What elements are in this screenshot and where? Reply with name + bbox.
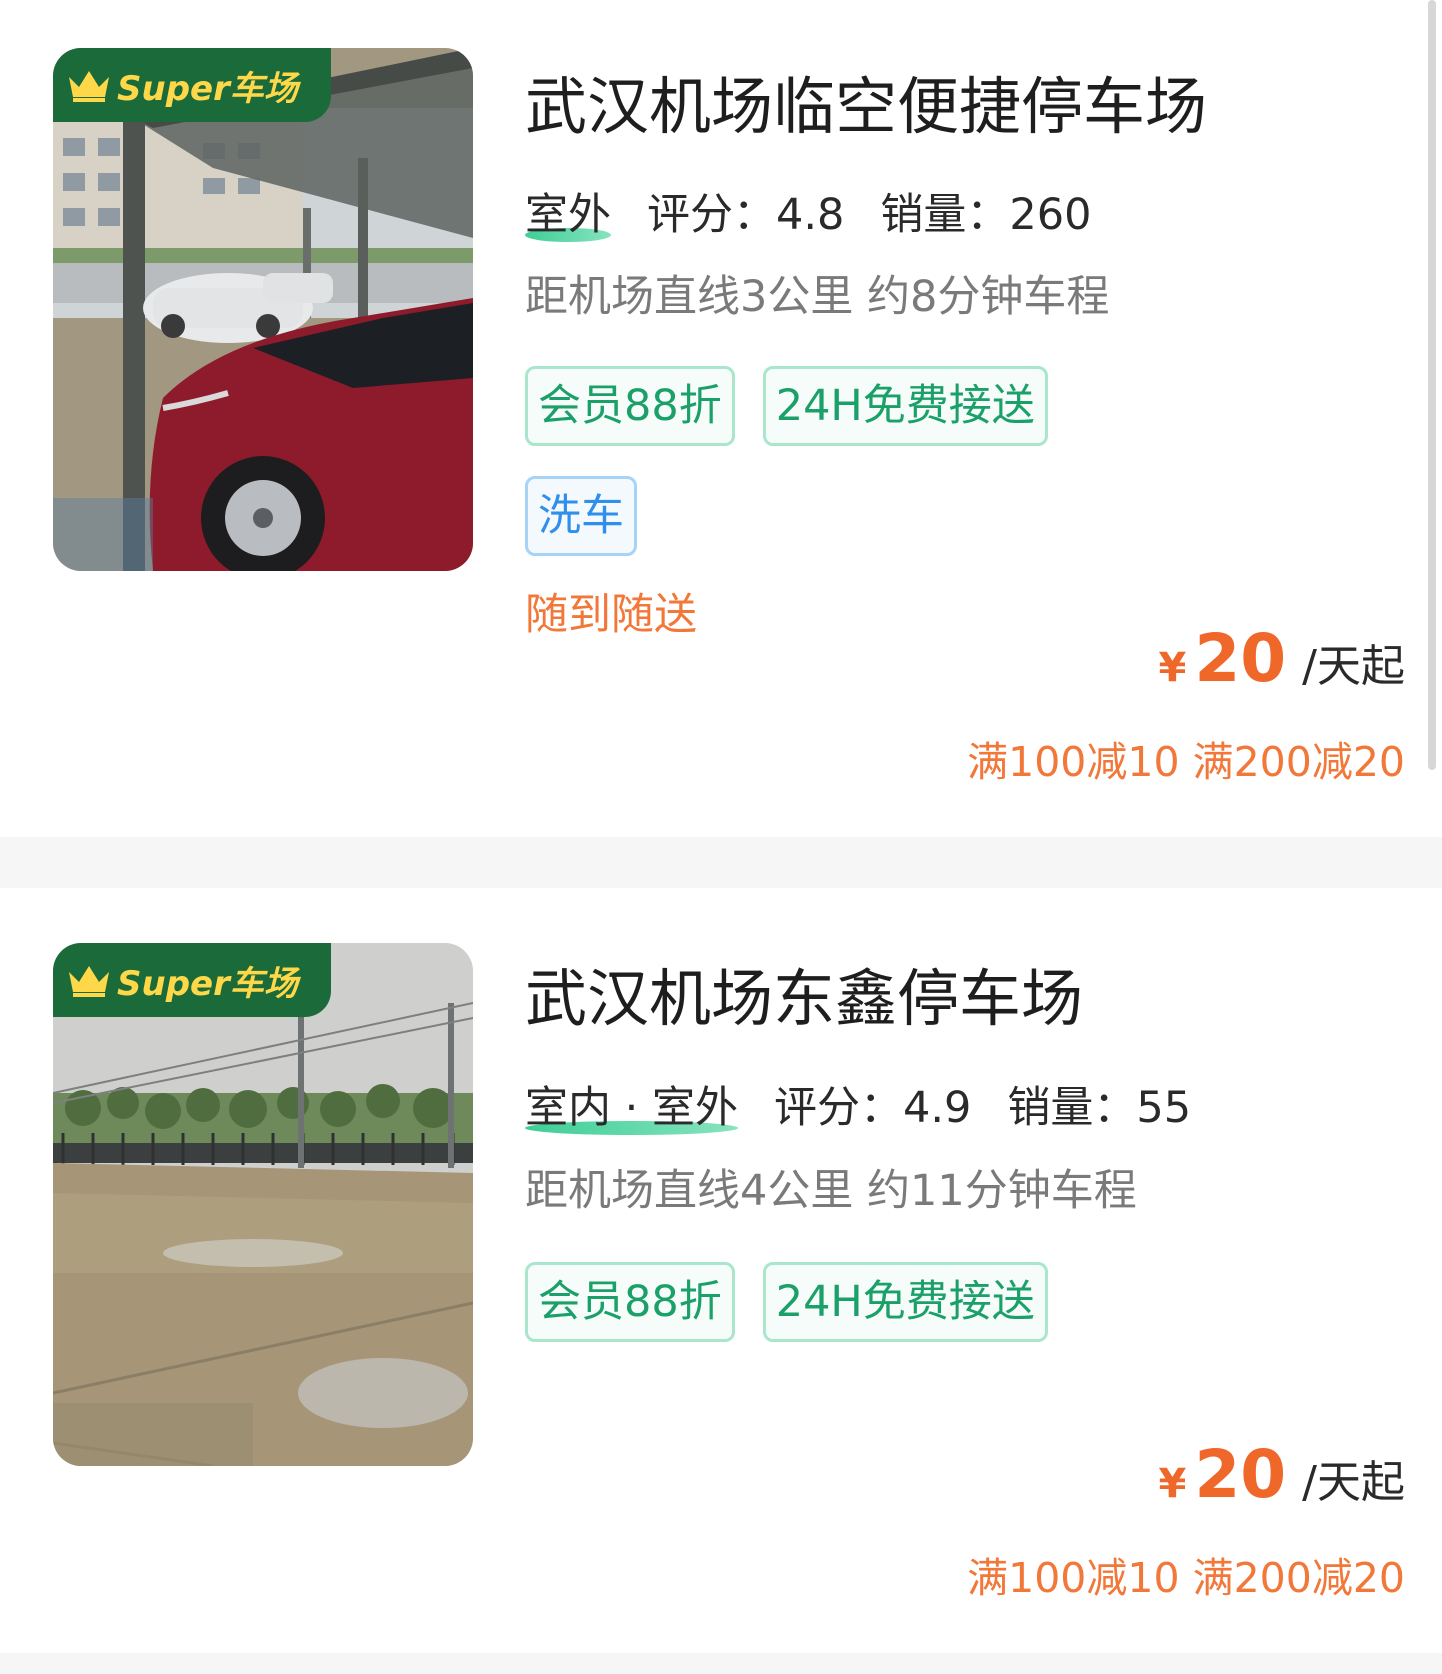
currency-symbol: ¥ — [1158, 645, 1187, 691]
tag-free-shuttle: 24H免费接送 — [762, 1262, 1048, 1342]
tag-member-discount: 会员88折 — [525, 366, 735, 446]
price-unit: /天起 — [1302, 641, 1405, 692]
lot-meta: 室外 评分：4.8 销量：260 — [525, 180, 1091, 242]
distance-text: 距机场直线4公里 约11分钟车程 — [525, 1166, 1137, 1216]
parking-lot-photo[interactable]: Super车场 — [53, 48, 473, 571]
price: ¥ 20 /天起 — [1158, 620, 1405, 697]
distance-text: 距机场直线3公里 约8分钟车程 — [525, 272, 1110, 322]
rating-label: 评分：4.9 — [774, 1083, 972, 1133]
currency-symbol: ¥ — [1158, 1461, 1187, 1507]
lot-title[interactable]: 武汉机场临空便捷停车场 — [525, 56, 1207, 146]
parking-lot-photo[interactable]: Super车场 — [53, 943, 473, 1466]
price-amount: 20 — [1194, 1436, 1287, 1513]
tag-free-shuttle: 24H免费接送 — [762, 366, 1048, 446]
badge-label: Super车场 — [117, 963, 298, 1004]
crown-icon — [69, 966, 109, 997]
scrollbar[interactable] — [1428, 0, 1436, 770]
lot-meta: 室内 · 室外 评分：4.9 销量：55 — [525, 1073, 1191, 1135]
tag-list: 会员88折 24H免费接送 洗车 — [525, 366, 1085, 586]
sales-label: 销量：55 — [1007, 1083, 1192, 1133]
environment-label: 室内 · 室外 — [525, 1073, 739, 1135]
tag-car-wash: 洗车 — [525, 476, 637, 556]
crown-icon — [69, 71, 109, 102]
price-amount: 20 — [1194, 620, 1287, 697]
badge-label: Super车场 — [117, 68, 298, 109]
tag-member-discount: 会员88折 — [525, 1262, 735, 1342]
promo-text: 满100减10 满200减20 — [967, 738, 1405, 786]
tag-list: 会员88折 24H免费接送 — [525, 1262, 1085, 1372]
rating-label: 评分：4.8 — [647, 190, 845, 240]
promo-text: 满100减10 满200减20 — [967, 1554, 1405, 1602]
lot-title[interactable]: 武汉机场东鑫停车场 — [525, 948, 1083, 1038]
parking-photo-carport — [53, 48, 473, 571]
super-lot-badge: Super车场 — [53, 48, 331, 122]
price: ¥ 20 /天起 — [1158, 1436, 1405, 1513]
service-text: 随到随送 — [525, 590, 697, 640]
sales-label: 销量：260 — [880, 190, 1092, 240]
price-unit: /天起 — [1302, 1457, 1405, 1508]
environment-label: 室外 — [525, 180, 611, 242]
parking-photo-open-lot — [53, 943, 473, 1466]
super-lot-badge: Super车场 — [53, 943, 331, 1017]
